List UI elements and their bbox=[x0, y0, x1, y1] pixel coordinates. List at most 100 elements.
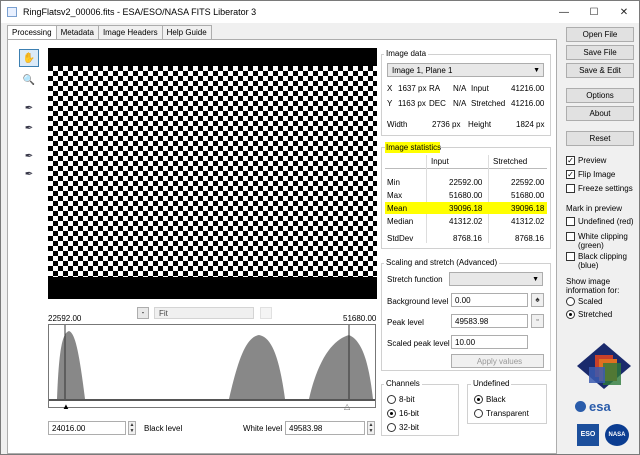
image-data-heading: Image data bbox=[384, 49, 429, 58]
maximize-button[interactable]: ☐ bbox=[579, 1, 609, 23]
white-point-picker-icon[interactable]: ✒ bbox=[19, 165, 39, 183]
black-point-picker-icon[interactable]: ✒ bbox=[19, 147, 39, 165]
stats-col-stretched: Stretched bbox=[493, 157, 528, 166]
stat-stretched: 41312.02 bbox=[511, 217, 545, 226]
channel-16bit-radio[interactable]: 16-bit bbox=[387, 409, 419, 418]
histogram[interactable] bbox=[48, 324, 376, 408]
open-file-button[interactable]: Open File bbox=[566, 27, 634, 42]
stats-col-divider bbox=[426, 155, 427, 243]
dec-label: DEC bbox=[429, 99, 446, 108]
zoom-tool-icon[interactable]: 🔍 bbox=[19, 71, 39, 89]
show-scaled-label: Scaled bbox=[578, 297, 603, 306]
title-bar: RingFlatsv2_00006.fits - ESA/ESO/NASA FI… bbox=[1, 1, 639, 23]
stretch-function-select[interactable]: ▼ bbox=[449, 272, 543, 286]
freeze-settings-label: Freeze settings bbox=[578, 184, 633, 193]
tab-metadata[interactable]: Metadata bbox=[55, 25, 99, 39]
histogram-plot bbox=[49, 325, 375, 401]
tab-image-headers[interactable]: Image Headers bbox=[97, 25, 163, 39]
image-plane-select[interactable]: Image 1, Plane 1 ▼ bbox=[387, 63, 544, 77]
window-title: RingFlatsv2_00006.fits - ESA/ESO/NASA FI… bbox=[23, 7, 257, 17]
background-level-input[interactable]: 0.00 bbox=[451, 293, 528, 307]
undefined-group bbox=[467, 384, 547, 424]
zoom-select[interactable]: Fit bbox=[154, 307, 254, 319]
white-clipping-checkbox[interactable]: White clipping (green) bbox=[566, 232, 628, 250]
zoom-out-button[interactable]: - bbox=[137, 307, 149, 319]
stat-name: Min bbox=[387, 178, 400, 187]
stretched-value: 41216.00 bbox=[511, 99, 545, 108]
apply-values-button[interactable]: Apply values bbox=[451, 354, 544, 368]
undefined-transparent-radio[interactable]: Transparent bbox=[474, 409, 529, 418]
white-level-input[interactable]: 49583.98 bbox=[285, 421, 365, 435]
save-edit-button[interactable]: Save & Edit bbox=[566, 63, 634, 78]
scaling-heading: Scaling and stretch (Advanced) bbox=[384, 258, 500, 267]
stat-stretched: 8768.16 bbox=[515, 234, 544, 243]
nasa-logo: NASA bbox=[605, 424, 629, 446]
show-stretched-radio[interactable]: Stretched bbox=[566, 310, 612, 319]
flip-image-checkbox[interactable]: ✓ Flip Image bbox=[566, 170, 615, 179]
eyedropper-icon[interactable]: ✒ bbox=[19, 99, 39, 117]
image-plane-value: Image 1, Plane 1 bbox=[392, 66, 453, 75]
black-level-input[interactable]: 24016.00 bbox=[48, 421, 126, 435]
app-icon bbox=[7, 7, 17, 17]
stretch-function-label: Stretch function bbox=[387, 275, 443, 284]
options-button[interactable]: Options bbox=[566, 88, 634, 103]
background-picker-icon[interactable]: ♠ bbox=[531, 293, 544, 307]
peak-level-input[interactable]: 49583.98 bbox=[451, 314, 528, 328]
channel-8bit-radio[interactable]: 8-bit bbox=[387, 395, 415, 404]
peak-picker-icon[interactable]: ▫ bbox=[531, 314, 544, 328]
save-file-button[interactable]: Save File bbox=[566, 45, 634, 60]
dec-value: N/A bbox=[453, 99, 467, 108]
freeze-settings-checkbox[interactable]: Freeze settings bbox=[566, 184, 633, 193]
show-stretched-label: Stretched bbox=[578, 310, 613, 319]
tab-processing[interactable]: Processing bbox=[7, 25, 57, 40]
stat-input: 8768.16 bbox=[453, 234, 482, 243]
minimize-button[interactable]: — bbox=[549, 1, 579, 23]
background-level-label: Background level bbox=[387, 297, 449, 306]
app-window: RingFlatsv2_00006.fits - ESA/ESO/NASA FI… bbox=[0, 0, 640, 455]
zoom-in-button[interactable] bbox=[260, 307, 272, 319]
undefined-black-radio[interactable]: Black bbox=[474, 395, 506, 404]
undefined-heading: Undefined bbox=[471, 379, 512, 388]
mark-preview-heading: Mark in preview bbox=[566, 204, 623, 213]
show-scaled-radio[interactable]: Scaled bbox=[566, 297, 602, 306]
close-button[interactable]: ✕ bbox=[609, 1, 639, 23]
stat-stretched: 39096.18 bbox=[511, 204, 545, 213]
input-value: 41216.00 bbox=[511, 84, 545, 93]
y-value: 1163 px bbox=[398, 99, 426, 108]
black-level-label: Black level bbox=[144, 424, 183, 433]
hand-tool-icon[interactable]: ✋ bbox=[19, 49, 39, 67]
preview-label: Preview bbox=[578, 156, 607, 165]
width-label: Width bbox=[387, 120, 408, 129]
image-preview[interactable] bbox=[48, 48, 377, 299]
chevron-down-icon: ▼ bbox=[533, 67, 540, 74]
stat-stretched: 51680.00 bbox=[511, 191, 545, 200]
histogram-max-label: 51680.00 bbox=[343, 314, 377, 323]
undefined-black-label: Black bbox=[486, 395, 506, 404]
channel-32bit-radio[interactable]: 32-bit bbox=[387, 423, 419, 432]
mark-undefined-checkbox[interactable]: Undefined (red) bbox=[566, 217, 634, 226]
fits-liberator-logo-icon bbox=[577, 343, 631, 389]
about-button[interactable]: About bbox=[566, 106, 634, 121]
black-clipping-checkbox[interactable]: Black clipping (blue) bbox=[566, 252, 627, 270]
histogram-min-label: 22592.00 bbox=[48, 314, 82, 323]
reset-button[interactable]: Reset bbox=[566, 131, 634, 146]
black-level-slider-handle[interactable]: ▲ bbox=[62, 402, 70, 411]
eyedropper-plus-icon[interactable]: ✒ bbox=[19, 119, 39, 137]
zoom-controls: - Fit bbox=[137, 307, 272, 319]
peak-level-label: Peak level bbox=[387, 318, 424, 327]
image-statistics-heading: Image statistics bbox=[386, 143, 442, 152]
flip-image-label: Flip Image bbox=[578, 170, 616, 179]
input-label: Input bbox=[471, 84, 489, 93]
white-level-spinner[interactable]: ▲ ▼ bbox=[367, 421, 375, 435]
preview-checkbox[interactable]: ✓ Preview bbox=[566, 156, 606, 165]
stat-name: Max bbox=[387, 191, 403, 200]
channels-heading: Channels bbox=[384, 379, 422, 388]
white-clipping-label: White clipping (green) bbox=[578, 232, 628, 250]
black-level-spinner[interactable]: ▲ ▼ bbox=[128, 421, 136, 435]
scaled-peak-input[interactable]: 10.00 bbox=[451, 335, 528, 349]
white-level-slider-handle[interactable]: △ bbox=[344, 402, 350, 411]
stat-input: 51680.00 bbox=[449, 191, 483, 200]
tab-help-guide[interactable]: Help Guide bbox=[161, 25, 212, 39]
ra-label: RA bbox=[429, 84, 441, 93]
x-value: 1637 px bbox=[398, 84, 427, 93]
